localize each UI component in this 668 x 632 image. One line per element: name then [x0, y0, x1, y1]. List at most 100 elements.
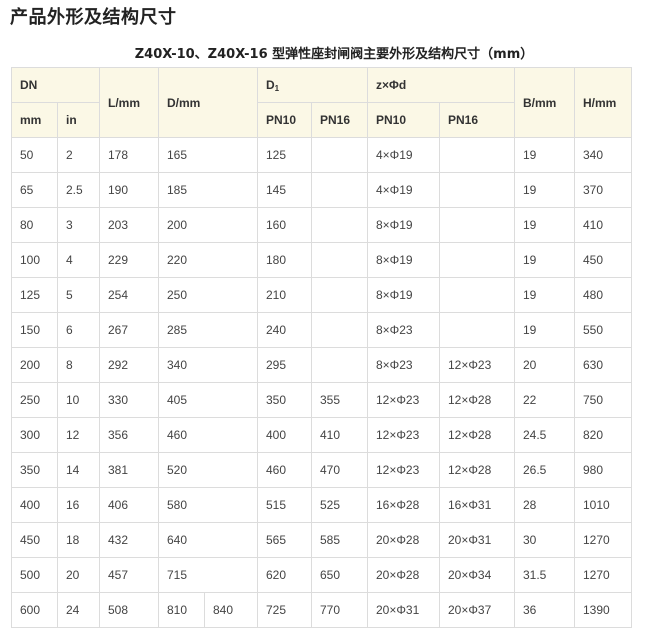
table-row: 80 3 203 200 160 8×Φ19 19 410 — [11, 207, 632, 243]
table-row-last: 600 24 508 810 840 725 770 20×Φ31 20×Φ37… — [11, 592, 632, 628]
cell-b: 26.5 — [514, 452, 575, 488]
cell-mm: 65 — [11, 172, 58, 208]
cell-d1-pn10: 515 — [257, 487, 312, 523]
cell-zd-pn10: 12×Φ23 — [367, 382, 440, 418]
cell-zd-pn10: 12×Φ23 — [367, 452, 440, 488]
cell-d1-pn10: 400 — [257, 417, 312, 453]
header-b: B/mm — [514, 67, 575, 138]
cell-d1-pn10: 725 — [257, 592, 312, 628]
cell-d1-pn16 — [311, 277, 368, 313]
cell-h: 1390 — [574, 592, 632, 628]
cell-zd-pn10: 20×Φ28 — [367, 557, 440, 593]
table-row: 400 16 406 580 515 525 16×Φ28 16×Φ31 28 1010 — [11, 487, 632, 523]
cell-d: 220 — [158, 242, 258, 278]
cell-h: 1270 — [574, 522, 632, 558]
cell-b: 22 — [514, 382, 575, 418]
cell-l: 229 — [99, 242, 159, 278]
cell-d1-pn16 — [311, 312, 368, 348]
cell-h: 980 — [574, 452, 632, 488]
cell-b: 31.5 — [514, 557, 575, 593]
cell-zd-pn16 — [439, 277, 515, 313]
cell-mm: 50 — [11, 137, 58, 173]
cell-in: 16 — [57, 487, 100, 523]
table-row: 50 2 178 165 125 4×Φ19 19 340 — [11, 137, 632, 173]
cell-in: 18 — [57, 522, 100, 558]
cell-d1-pn10: 210 — [257, 277, 312, 313]
table-row: 250 10 330 405 350 355 12×Φ23 12×Φ28 22 750 — [11, 382, 632, 418]
cell-b: 19 — [514, 137, 575, 173]
cell-zd-pn10: 8×Φ19 — [367, 207, 440, 243]
cell-d1-pn10: 565 — [257, 522, 312, 558]
cell-l: 356 — [99, 417, 159, 453]
header-in: in — [57, 102, 100, 138]
cell-zd-pn16: 16×Φ31 — [439, 487, 515, 523]
cell-d1-pn16: 355 — [311, 382, 368, 418]
cell-in: 3 — [57, 207, 100, 243]
cell-d1-pn16: 410 — [311, 417, 368, 453]
cell-in: 8 — [57, 347, 100, 383]
cell-d1-pn10: 160 — [257, 207, 312, 243]
cell-in: 20 — [57, 557, 100, 593]
cell-d1-pn16 — [311, 172, 368, 208]
cell-zd-pn10: 20×Φ31 — [367, 592, 440, 628]
cell-l: 267 — [99, 312, 159, 348]
cell-d: 715 — [158, 557, 258, 593]
cell-d1-pn16 — [311, 137, 368, 173]
header-h: H/mm — [574, 67, 632, 138]
cell-d: 250 — [158, 277, 258, 313]
table-row: 65 2.5 190 185 145 4×Φ19 19 370 — [11, 172, 632, 208]
cell-d: 200 — [158, 207, 258, 243]
cell-mm: 350 — [11, 452, 58, 488]
table-body: 50 2 178 165 125 4×Φ19 19 340 65 2.5 190 185 145 4×Φ1… — [11, 137, 632, 628]
cell-in: 2.5 — [57, 172, 100, 208]
table-row: 350 14 381 520 460 470 12×Φ23 12×Φ28 26.5 980 — [11, 452, 632, 488]
header-d: D/mm — [158, 67, 258, 138]
cell-in: 10 — [57, 382, 100, 418]
cell-zd-pn10: 8×Φ19 — [367, 242, 440, 278]
table-row: 500 20 457 715 620 650 20×Φ28 20×Φ34 31.5 1270 — [11, 557, 632, 593]
cell-d1-pn10: 295 — [257, 347, 312, 383]
cell-zd-pn10: 20×Φ28 — [367, 522, 440, 558]
cell-in: 4 — [57, 242, 100, 278]
cell-zd-pn16: 20×Φ37 — [439, 592, 515, 628]
cell-mm: 600 — [11, 592, 58, 628]
cell-zd-pn10: 4×Φ19 — [367, 137, 440, 173]
cell-b: 19 — [514, 207, 575, 243]
cell-d: 640 — [158, 522, 258, 558]
cell-d: 520 — [158, 452, 258, 488]
table-header: DN L/mm D/mm D1 z×Φd B/mm H/mm mm in PN1… — [11, 67, 632, 138]
cell-l: 508 — [99, 592, 159, 628]
header-d1-pn16: PN16 — [311, 102, 368, 138]
cell-h: 1270 — [574, 557, 632, 593]
cell-h: 630 — [574, 347, 632, 383]
cell-d1-pn16: 585 — [311, 522, 368, 558]
cell-d1-pn16: 770 — [311, 592, 368, 628]
cell-mm: 450 — [11, 522, 58, 558]
cell-d1-pn16: 650 — [311, 557, 368, 593]
header-mm: mm — [11, 102, 58, 138]
cell-l: 203 — [99, 207, 159, 243]
header-d1-main: D — [266, 77, 275, 92]
cell-b: 36 — [514, 592, 575, 628]
cell-d1-pn10: 240 — [257, 312, 312, 348]
cell-b: 19 — [514, 172, 575, 208]
cell-mm: 125 — [11, 277, 58, 313]
cell-d1-pn16: 525 — [311, 487, 368, 523]
cell-zd-pn16 — [439, 242, 515, 278]
cell-h: 480 — [574, 277, 632, 313]
cell-l: 254 — [99, 277, 159, 313]
header-zd-pn10: PN10 — [367, 102, 440, 138]
cell-mm: 150 — [11, 312, 58, 348]
cell-d: 580 — [158, 487, 258, 523]
cell-zd-pn16 — [439, 207, 515, 243]
cell-zd-pn16: 12×Φ28 — [439, 417, 515, 453]
cell-in: 6 — [57, 312, 100, 348]
cell-mm: 200 — [11, 347, 58, 383]
cell-h: 1010 — [574, 487, 632, 523]
cell-d1-pn16 — [311, 347, 368, 383]
cell-in: 24 — [57, 592, 100, 628]
cell-d1-pn10: 620 — [257, 557, 312, 593]
table-row: 300 12 356 460 400 410 12×Φ23 12×Φ28 24.5 820 — [11, 417, 632, 453]
cell-h: 340 — [574, 137, 632, 173]
cell-l: 457 — [99, 557, 159, 593]
